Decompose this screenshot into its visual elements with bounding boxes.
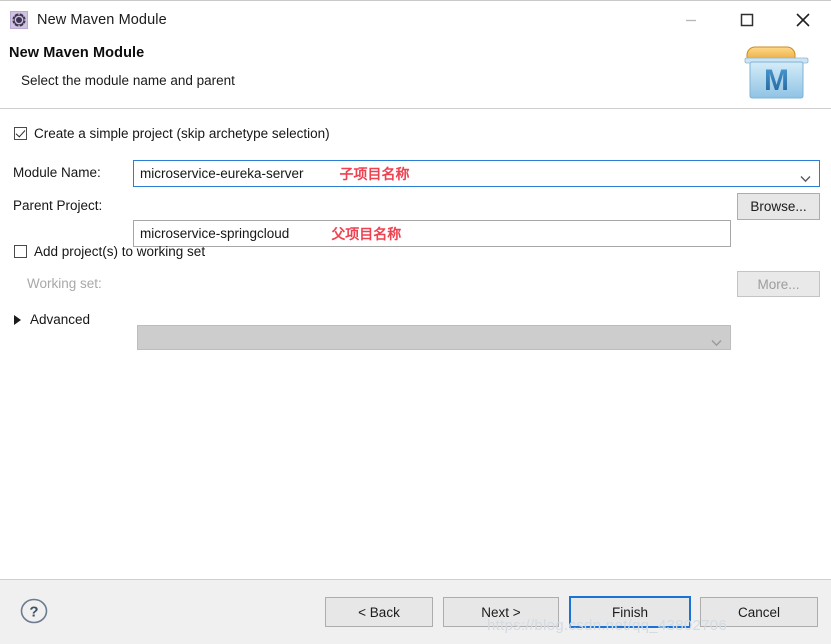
simple-project-label: Create a simple project (skip archetype … bbox=[34, 126, 330, 141]
maximize-icon[interactable] bbox=[719, 1, 775, 39]
finish-button[interactable]: Finish bbox=[569, 596, 691, 628]
parent-project-value: microservice-springcloud bbox=[140, 226, 290, 241]
module-name-value: microservice-eureka-server bbox=[140, 166, 304, 181]
svg-text:M: M bbox=[764, 64, 789, 97]
back-button[interactable]: < Back bbox=[325, 597, 433, 627]
parent-project-annotation: 父项目名称 bbox=[331, 225, 402, 242]
close-icon[interactable] bbox=[775, 1, 831, 39]
chevron-down-icon[interactable] bbox=[800, 170, 811, 182]
maven-module-icon bbox=[10, 10, 28, 29]
more-button: More... bbox=[737, 271, 820, 297]
add-working-set-checkbox[interactable] bbox=[14, 245, 27, 258]
triangle-right-icon[interactable] bbox=[14, 314, 21, 325]
advanced-expander[interactable]: Advanced bbox=[14, 312, 90, 327]
window-controls bbox=[663, 1, 831, 39]
advanced-label: Advanced bbox=[30, 312, 91, 327]
page-title: New Maven Module bbox=[9, 45, 145, 61]
working-set-combo bbox=[137, 325, 731, 350]
parent-project-input[interactable]: microservice-springcloud 父项目名称 bbox=[133, 220, 731, 247]
chevron-down-icon-disabled bbox=[711, 334, 722, 346]
page-subtitle: Select the module name and parent bbox=[21, 73, 235, 88]
window-title: New Maven Module bbox=[37, 11, 167, 28]
parent-project-label: Parent Project: bbox=[13, 198, 103, 213]
next-button[interactable]: Next > bbox=[443, 597, 559, 627]
dialog-body: Create a simple project (skip archetype … bbox=[0, 109, 831, 579]
module-name-label: Module Name: bbox=[13, 165, 101, 180]
cancel-button[interactable]: Cancel bbox=[700, 597, 818, 627]
title-bar: New Maven Module bbox=[0, 0, 831, 38]
module-name-input[interactable]: microservice-eureka-server 子项目名称 bbox=[133, 160, 820, 187]
simple-project-checkbox[interactable] bbox=[14, 127, 27, 140]
browse-button[interactable]: Browse... bbox=[737, 193, 820, 220]
dialog-header: New Maven Module Select the module name … bbox=[0, 38, 831, 109]
add-working-set-label: Add project(s) to working set bbox=[34, 244, 206, 259]
add-working-set-checkbox-row[interactable]: Add project(s) to working set bbox=[14, 244, 205, 259]
svg-text:?: ? bbox=[29, 604, 38, 621]
working-set-label: Working set: bbox=[27, 276, 102, 291]
minimize-icon[interactable] bbox=[663, 1, 719, 39]
help-icon[interactable]: ? bbox=[20, 597, 48, 625]
module-name-annotation: 子项目名称 bbox=[339, 165, 410, 182]
maven-folder-logo: M bbox=[741, 41, 813, 103]
simple-project-checkbox-row[interactable]: Create a simple project (skip archetype … bbox=[14, 126, 330, 141]
